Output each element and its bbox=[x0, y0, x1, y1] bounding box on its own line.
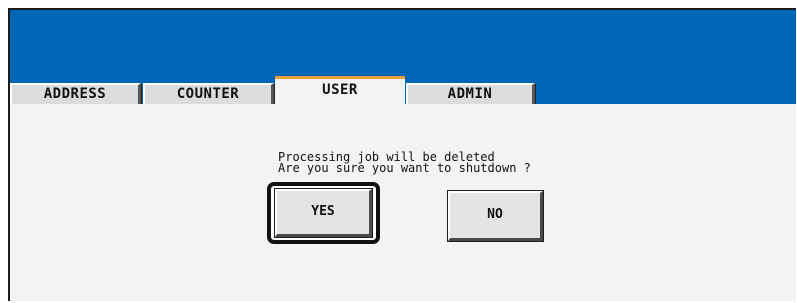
confirmation-message: Processing job will be deleted Are you s… bbox=[278, 151, 531, 175]
tab-address[interactable]: ADDRESS bbox=[10, 83, 141, 106]
tab-user[interactable]: USER bbox=[275, 76, 405, 106]
control-panel-screen: ADDRESS COUNTER USER ADMIN Processing jo… bbox=[8, 8, 796, 301]
yes-button[interactable]: YES bbox=[274, 188, 373, 238]
dialog-area: Processing job will be deleted Are you s… bbox=[10, 104, 796, 301]
tab-admin[interactable]: ADMIN bbox=[406, 83, 535, 106]
message-line-2: Are you sure you want to shutdown ? bbox=[278, 161, 531, 175]
tab-counter[interactable]: COUNTER bbox=[143, 83, 274, 106]
no-button[interactable]: NO bbox=[447, 190, 544, 242]
